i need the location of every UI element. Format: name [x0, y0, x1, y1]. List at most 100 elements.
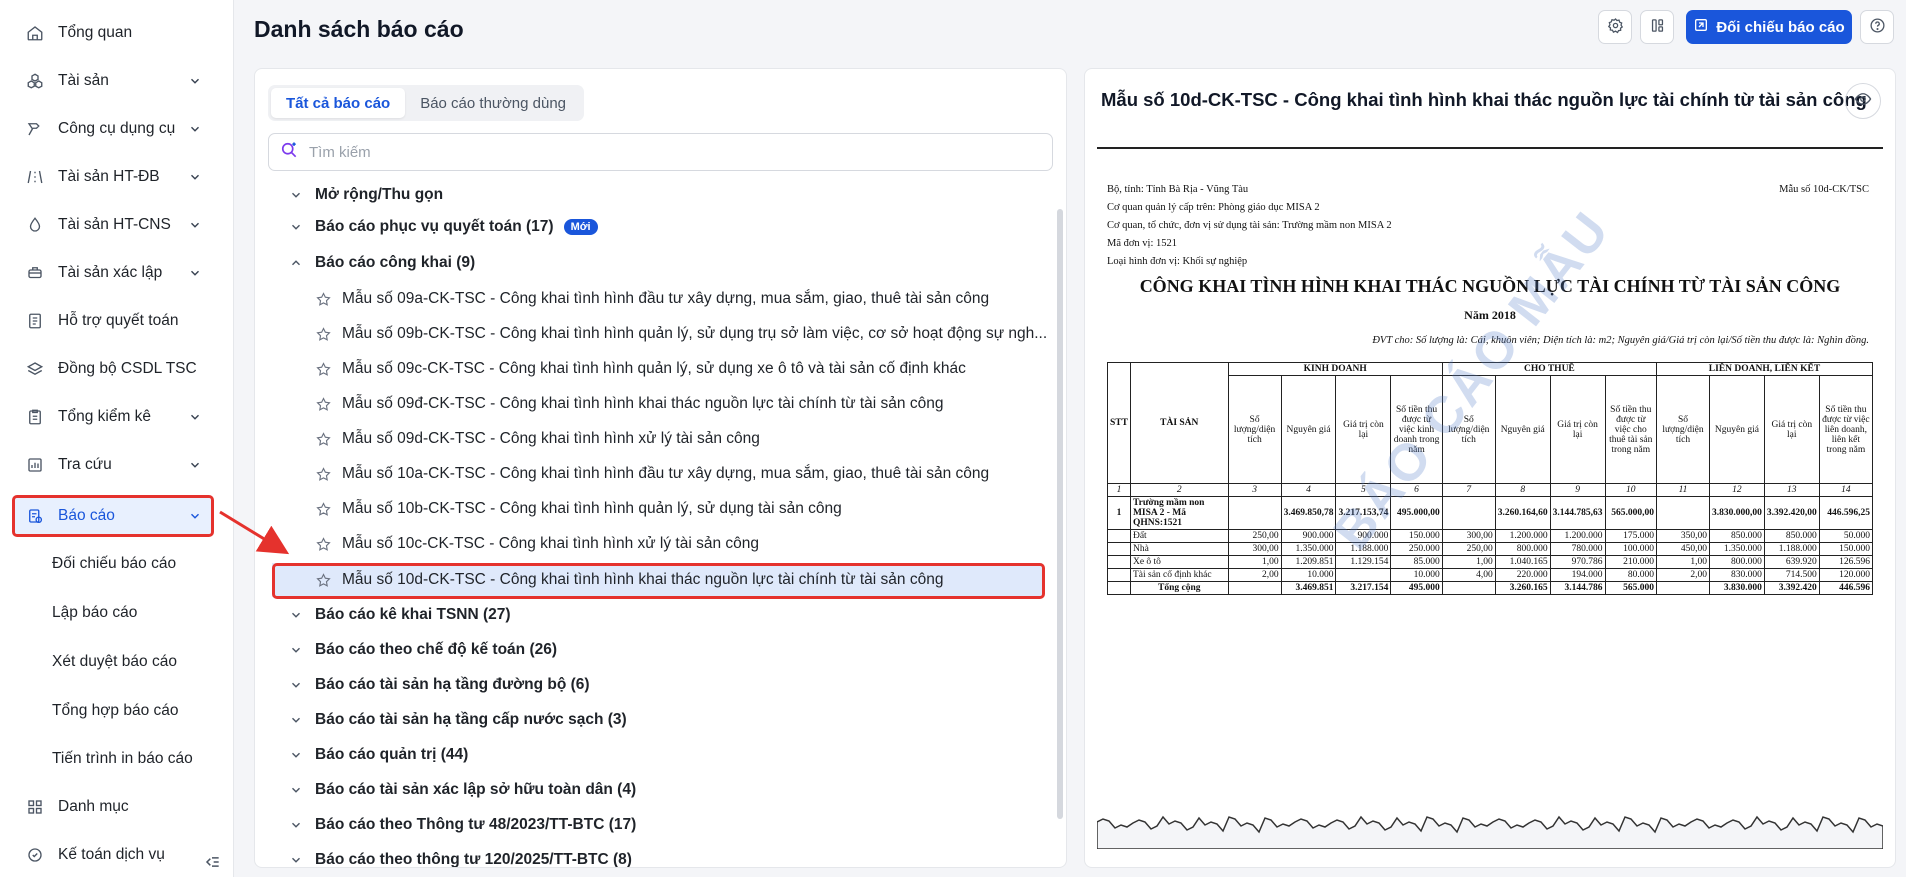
table-cell: 1 [1107, 496, 1131, 530]
sidebar-item-accounting-service[interactable]: Kế toán dịch vụ [12, 836, 212, 874]
tree-group[interactable]: Báo cáo theo Thông tư 48/2023/TT-BTC (17… [289, 811, 636, 839]
tree-leaf-report[interactable]: Mẫu số 09a-CK-TSC - Công khai tình hình … [315, 285, 989, 313]
table-cell [1107, 568, 1131, 582]
tree-group[interactable]: Báo cáo theo chế độ kế toán (26) [289, 636, 557, 664]
view-button[interactable] [1845, 83, 1881, 119]
tree-leaf-report[interactable]: Mẫu số 10b-CK-TSC - Công khai tình hình … [315, 495, 842, 523]
table-row: Tài sản cố định khác 2,00 10.000 10.000 4,00… [1107, 568, 1874, 582]
tree-group[interactable]: Báo cáo kê khai TSNN (27) [289, 601, 511, 629]
search-input[interactable] [309, 143, 1009, 161]
new-badge: Mới [563, 219, 598, 235]
sidebar-item-catalog[interactable]: Danh mục [12, 788, 212, 826]
tree-group-public[interactable]: Báo cáo công khai (9) [289, 249, 475, 277]
table-index-cell: 1 [1107, 483, 1131, 497]
chevron-down-icon [188, 74, 202, 88]
tree-leaf-report[interactable]: Mẫu số 10c-CK-TSC - Công khai tình hình … [315, 530, 759, 558]
sidebar-item-established-assets[interactable]: Tài sản xác lập [12, 254, 212, 292]
sidebar-item-overview[interactable]: Tổng quan [12, 14, 212, 52]
hammer-icon [26, 120, 44, 138]
sidebar-item-label: Tra cứu [58, 456, 112, 473]
star-icon[interactable] [315, 291, 332, 308]
sidebar-item-tools[interactable]: Công cụ dụng cụ [12, 110, 212, 148]
tree-leaf-report[interactable]: Mẫu số 09d-CK-TSC - Công khai tình hình … [315, 425, 760, 453]
table-cell: 3.469.851 [1280, 581, 1337, 595]
star-icon[interactable] [315, 536, 332, 553]
star-icon[interactable] [315, 326, 332, 343]
tree-leaf-report[interactable]: Mẫu số 09đ-CK-TSC - Công khai tình hình … [315, 390, 943, 418]
compare-report-button[interactable]: Đối chiếu báo cáo [1686, 10, 1852, 44]
sidebar-item-label: Báo cáo [58, 507, 115, 524]
table-row: Tổng cộng 3.469.851 3.217.154 495.000 3.260.… [1107, 581, 1874, 595]
sidebar-item-label: Công cụ dụng cụ [58, 120, 176, 137]
sidebar-item-label: Kế toán dịch vụ [58, 846, 165, 863]
star-icon[interactable] [315, 431, 332, 448]
table-cell: 780.000 [1549, 542, 1606, 556]
tree-leaf-report[interactable]: Mẫu số 10a-CK-TSC - Công khai tình hình … [315, 460, 989, 488]
table-cell: 80.000 [1604, 568, 1657, 582]
tree-group[interactable]: Báo cáo tài sản hạ tầng đường bộ (6) [289, 671, 590, 699]
table-header: STT [1107, 362, 1131, 484]
sidebar-item-label: Tài sản [58, 72, 109, 89]
sidebar-item-inventory[interactable]: Tổng kiểm kê [12, 398, 212, 436]
doc-unit-note: ĐVT cho: Số lượng là: Cái, khuôn viên; D… [1372, 335, 1869, 346]
sidebar-item-label: Tài sản HT-CNS [58, 216, 171, 233]
sidebar-subitem-compare-report[interactable]: Đối chiếu báo cáo [52, 549, 176, 579]
compare-report-label: Đối chiếu báo cáo [1716, 18, 1845, 36]
table-header-group: LIÊN DOANH, LIÊN KẾT [1655, 362, 1874, 376]
doc-meta-line: Loại hình đơn vị: Khối sự nghiệp [1107, 256, 1248, 267]
scrollbar-thumb[interactable] [1057, 209, 1063, 819]
star-icon[interactable] [315, 501, 332, 518]
collapse-sidebar-icon[interactable] [202, 852, 222, 872]
sidebar-item-reports[interactable]: Báo cáo [12, 497, 212, 535]
sidebar-subitem-create-report[interactable]: Lập báo cáo [52, 598, 137, 628]
help-button[interactable] [1860, 10, 1894, 44]
table-row: Nhà 300,00 1.350.000 1.188.000 250.000 250,00… [1107, 542, 1874, 556]
table-header: Giá trị còn lại [1549, 375, 1606, 484]
tab-all-reports[interactable]: Tất cả báo cáo [271, 88, 406, 118]
layout-button[interactable] [1640, 10, 1674, 44]
sidebar-subitem-approve-report[interactable]: Xét duyệt báo cáo [52, 647, 177, 677]
tree-leaf-report[interactable]: Mẫu số 09c-CK-TSC - Công khai tình hình … [315, 355, 966, 383]
tree-group[interactable]: Báo cáo tài sản xác lập sở hữu toàn dân … [289, 776, 636, 804]
table-cell: 1.350.000 [1280, 542, 1337, 556]
table-cell: 85.000 [1390, 555, 1443, 569]
sidebar-item-settlement-support[interactable]: Hỗ trợ quyết toán [12, 302, 212, 340]
table-cell [1655, 496, 1710, 530]
table-cell: 3.392.420 [1763, 581, 1820, 595]
sidebar-item-water-assets[interactable]: Tài sản HT-CNS [12, 206, 212, 244]
tab-frequent-reports[interactable]: Báo cáo thường dùng [405, 88, 581, 118]
sidebar-subitem-summary-report[interactable]: Tổng hợp báo cáo [52, 696, 179, 726]
report-preview-panel: Mẫu số 10d-CK-TSC - Công khai tình hình … [1084, 68, 1896, 868]
table-cell: 2,00 [1227, 568, 1282, 582]
home-icon [26, 24, 44, 42]
table-header: Nguyên giá [1494, 375, 1551, 484]
tree-group-settlement[interactable]: Báo cáo phục vụ quyết toán (17) Mới [289, 213, 598, 241]
tree-group[interactable]: Báo cáo tài sản hạ tầng cấp nước sạch (3… [289, 706, 627, 734]
chevron-down-icon [289, 818, 303, 832]
sidebar-item-sync-database[interactable]: Đồng bộ CSDL TSC [12, 350, 212, 388]
star-icon[interactable] [315, 396, 332, 413]
sidebar-item-road-assets[interactable]: Tài sản HT-ĐB [12, 158, 212, 196]
sidebar-item-assets[interactable]: Tài sản [12, 62, 212, 100]
settings-button[interactable] [1598, 10, 1632, 44]
tree-group[interactable]: Báo cáo quản trị (44) [289, 741, 468, 769]
table-cell [1227, 581, 1282, 595]
table-cell: 4,00 [1441, 568, 1496, 582]
star-icon[interactable] [315, 466, 332, 483]
sidebar-subitem-print-progress[interactable]: Tiến trình in báo cáo [52, 744, 193, 774]
chevron-down-icon [188, 410, 202, 424]
search-box[interactable] [268, 133, 1053, 171]
star-icon[interactable] [315, 361, 332, 378]
tree-leaf-report-selected[interactable]: Mẫu số 10d-CK-TSC - Công khai tình hình … [272, 563, 1042, 597]
tree-leaf-report[interactable]: Mẫu số 09b-CK-TSC - Công khai tình hình … [315, 320, 1047, 348]
tree-group[interactable]: Báo cáo theo thông tư 120/2025/TT-BTC (8… [289, 846, 632, 867]
table-cell: Nhà [1129, 542, 1229, 556]
tree-expand-collapse[interactable]: Mở rộng/Thu gọn [289, 181, 443, 209]
table-cell: 150.000 [1818, 542, 1874, 556]
table-cell: 446.596,25 [1818, 496, 1874, 530]
chevron-down-icon [188, 170, 202, 184]
star-icon[interactable] [315, 572, 332, 589]
table-cell: 1.200.000 [1549, 529, 1606, 543]
gear-icon [1607, 17, 1624, 38]
sidebar-item-lookup[interactable]: Tra cứu [12, 446, 212, 484]
